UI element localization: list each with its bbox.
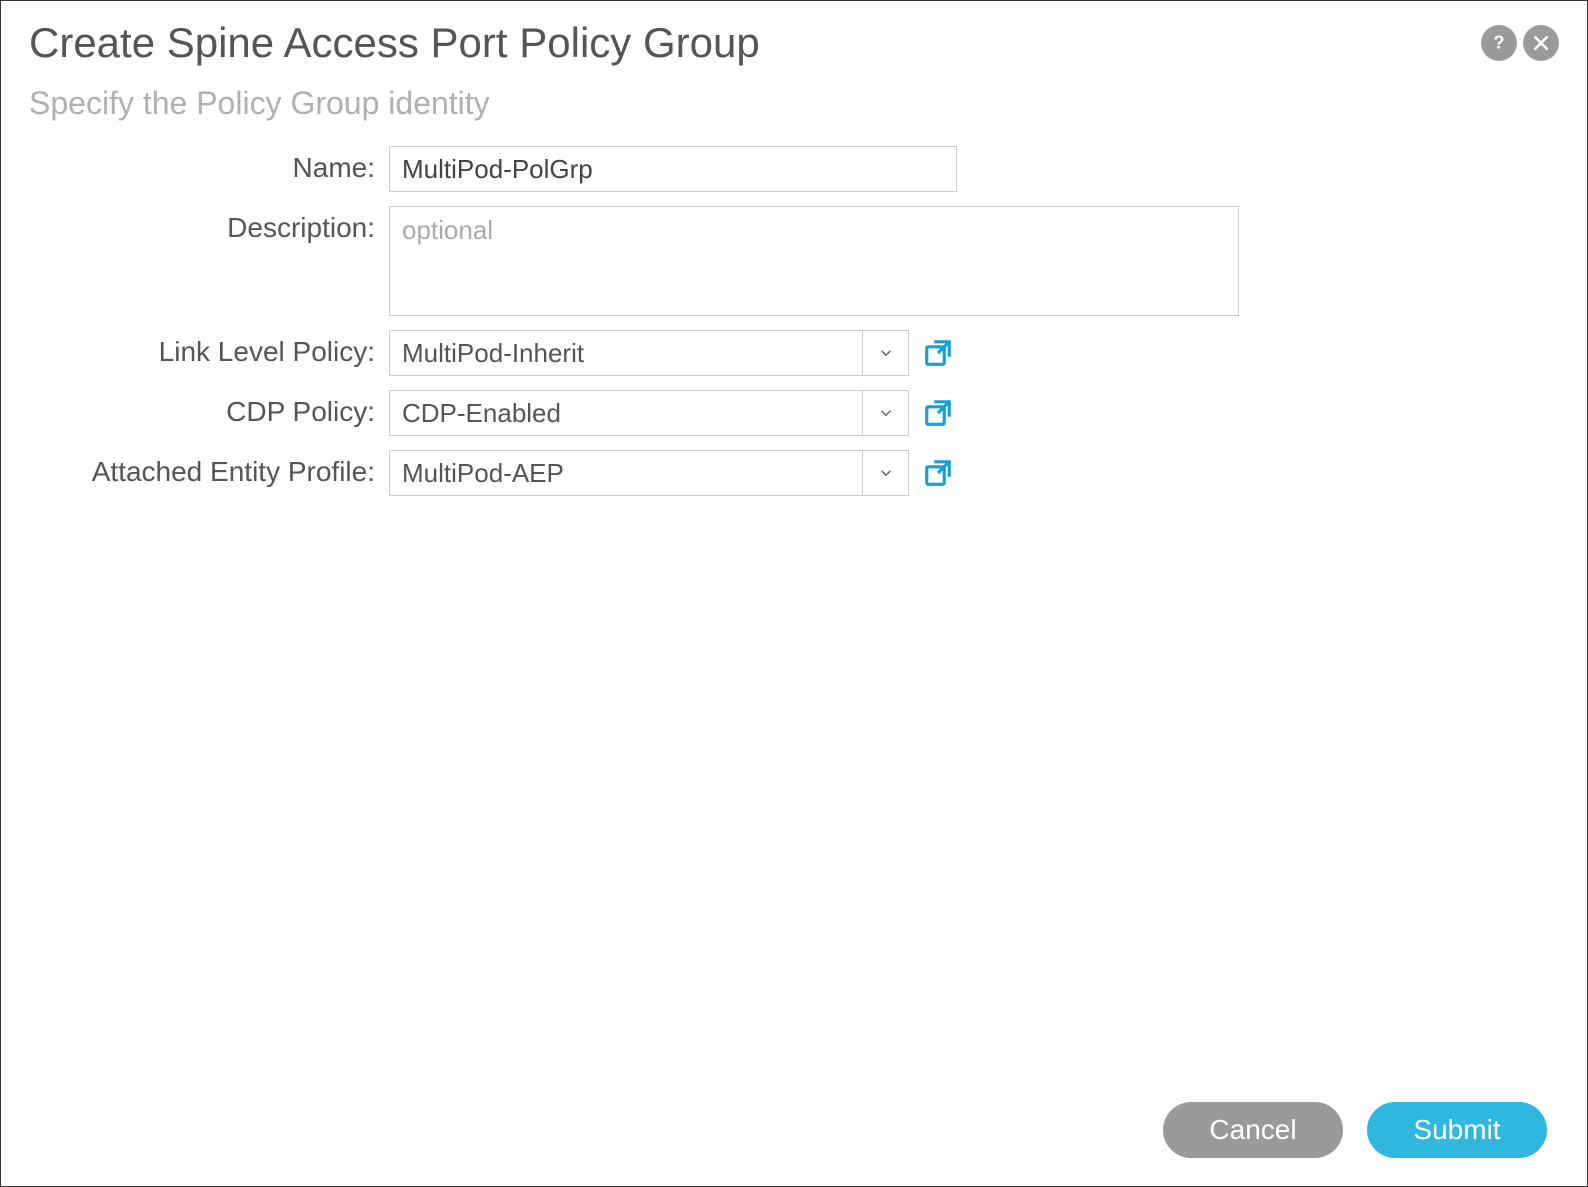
open-link-level-policy-icon[interactable] [923,338,953,368]
form-area: Name: Description: Link Level Policy: Mu… [29,146,1559,496]
attached-entity-profile-label: Attached Entity Profile: [49,450,389,488]
open-cdp-policy-icon[interactable] [923,398,953,428]
row-cdp-policy: CDP Policy: CDP-Enabled [49,390,1559,436]
row-description: Description: [49,206,1559,316]
description-input[interactable] [389,206,1239,316]
row-link-level-policy: Link Level Policy: MultiPod-Inherit [49,330,1559,376]
svg-text:?: ? [1493,32,1504,53]
close-icon[interactable] [1523,25,1559,61]
open-attached-entity-profile-icon[interactable] [923,458,953,488]
chevron-down-icon[interactable] [862,451,908,495]
description-label: Description: [49,206,389,244]
chevron-down-icon[interactable] [862,391,908,435]
header-icons: ? [1481,25,1559,61]
attached-entity-profile-select[interactable]: MultiPod-AEP [389,450,909,496]
row-name: Name: [49,146,1559,192]
cancel-button[interactable]: Cancel [1163,1102,1343,1158]
cdp-policy-value: CDP-Enabled [390,391,862,435]
cdp-policy-select[interactable]: CDP-Enabled [389,390,909,436]
link-level-policy-select[interactable]: MultiPod-Inherit [389,330,909,376]
attached-entity-profile-value: MultiPod-AEP [390,451,862,495]
row-attached-entity-profile: Attached Entity Profile: MultiPod-AEP [49,450,1559,496]
help-icon[interactable]: ? [1481,25,1517,61]
name-input[interactable] [389,146,957,192]
chevron-down-icon[interactable] [862,331,908,375]
dialog-title: Create Spine Access Port Policy Group [29,19,760,67]
dialog-subtitle: Specify the Policy Group identity [29,85,1559,122]
link-level-policy-label: Link Level Policy: [49,330,389,368]
submit-button[interactable]: Submit [1367,1102,1547,1158]
name-label: Name: [49,146,389,184]
dialog-header: Create Spine Access Port Policy Group ? [29,19,1559,67]
cdp-policy-label: CDP Policy: [49,390,389,428]
create-spine-access-port-policy-group-dialog: Create Spine Access Port Policy Group ? … [0,0,1588,1187]
dialog-footer: Cancel Submit [1163,1102,1547,1158]
link-level-policy-value: MultiPod-Inherit [390,331,862,375]
